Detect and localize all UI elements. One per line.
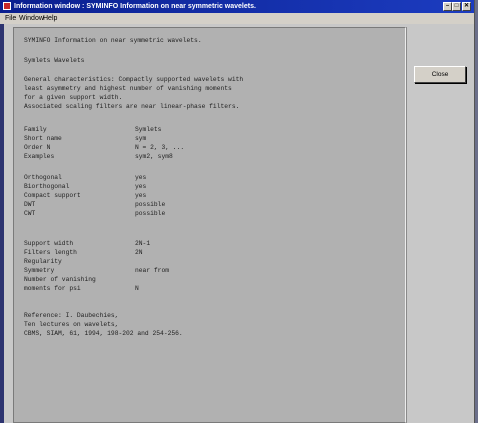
close-button[interactable]: Close [414,66,466,83]
info-heading: SYMINFO Information on near symmetric wa… [24,37,202,44]
property-value: possible [135,210,166,217]
property-value: yes [135,174,147,181]
title-bar[interactable]: Information window : SYMINFO Information… [0,0,474,13]
property-key: Regularity [24,258,62,265]
menu-file[interactable]: File [5,13,16,24]
panel-divider [406,27,407,423]
minimize-icon: – [445,3,450,9]
property-key: Order N [24,144,51,151]
maximize-button[interactable]: □ [452,2,461,11]
property-key: Symmetry [24,267,55,274]
information-window: Information window : SYMINFO Information… [0,0,475,423]
property-value: Symlets [135,126,162,133]
reference-line: Ten lectures on wavelets, [24,321,119,328]
property-value: near from [135,267,170,274]
close-icon: ✕ [463,3,470,9]
property-key: CWT [24,210,36,217]
minimize-button[interactable]: – [443,2,452,11]
property-value: 2N-1 [135,240,151,247]
matlab-app-icon [3,2,11,10]
property-value: sym2, sym8 [135,153,173,160]
property-value: N [135,285,139,292]
window-title: Information window : SYMINFO Information… [14,3,256,10]
wavelet-family-title: Symlets Wavelets [24,57,85,64]
property-value: yes [135,192,147,199]
property-value: 2N [135,249,143,256]
general-line: Associated scaling filters are near line… [24,103,240,110]
menu-window[interactable]: Window [19,13,44,24]
property-key: Short name [24,135,62,142]
left-border-strip [0,24,4,423]
reference-line: CBMS, SIAM, 61, 1994, 198-202 and 254-25… [24,330,183,337]
property-key: Orthogonal [24,174,62,181]
menu-bar: File Window Help [0,13,474,24]
button-panel [406,27,474,423]
property-key: Filters length [24,249,77,256]
reference-line: Reference: I. Daubechies, [24,312,119,319]
property-value: possible [135,201,166,208]
property-key: Family [24,126,47,133]
property-key: DWT [24,201,36,208]
general-line: least asymmetry and highest number of va… [24,85,232,92]
property-key: Number of vanishing [24,276,96,283]
menu-help[interactable]: Help [43,13,57,24]
property-key: Support width [24,240,74,247]
property-key: Biorthogonal [24,183,70,190]
property-key: moments for psi [24,285,81,292]
property-value: N = 2, 3, ... [135,144,185,151]
property-value: yes [135,183,147,190]
property-key: Examples [24,153,55,160]
property-value: sym [135,135,147,142]
general-line: for a given support width. [24,94,123,101]
property-key: Compact support [24,192,81,199]
general-line: General characteristics: Compactly suppo… [24,76,244,83]
window-close-button[interactable]: ✕ [462,2,471,11]
maximize-icon: □ [454,3,459,9]
